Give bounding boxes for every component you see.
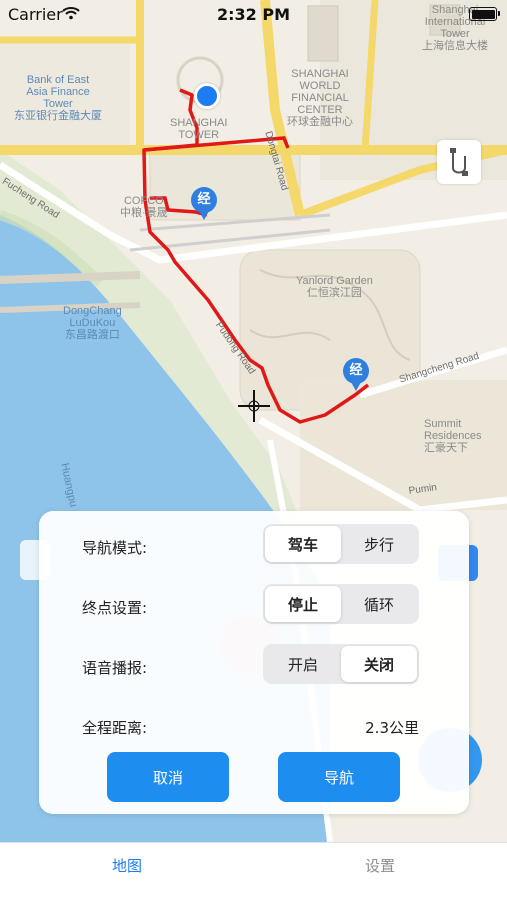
waypoint-pin[interactable]: 经	[343, 358, 369, 391]
distance-value: 2.3公里	[365, 719, 419, 737]
clock: 2:32 PM	[216, 5, 290, 24]
voice-label: 语音播报:	[82, 659, 148, 677]
map-label-cofco: COFCO 中粮·景晟	[120, 195, 168, 219]
nav-mode-label: 导航模式:	[82, 539, 148, 557]
voice-off-option[interactable]: 关闭	[341, 646, 417, 682]
cable-connector-icon	[450, 148, 468, 176]
waypoint-pin[interactable]: 经	[191, 187, 217, 220]
endpoint-stop-option[interactable]: 停止	[265, 586, 341, 622]
nav-mode-segment[interactable]: 驾车 步行	[263, 524, 419, 564]
nav-mode-walking-option[interactable]: 步行	[341, 526, 417, 562]
map-label-dongchang: DongChang LuDuKou 东昌路渡口	[63, 305, 122, 341]
map-label-shanghai-tower: SHANGHAI TOWER	[170, 117, 228, 141]
tab-map[interactable]: 地图	[67, 855, 187, 876]
crosshair-icon	[238, 390, 270, 422]
endpoint-loop-option[interactable]: 循环	[341, 586, 417, 622]
map-label-swfc: SHANGHAI WORLD FINANCIAL CENTER 环球金融中心	[287, 68, 353, 128]
current-location-dot	[194, 83, 220, 109]
map-label-yanlord: Yanlord Garden 仁恒滨江园	[296, 275, 373, 299]
status-bar: Carrier 2:32 PM	[0, 0, 507, 28]
distance-label: 全程距离:	[82, 719, 148, 737]
connector-button[interactable]	[437, 140, 481, 184]
endpoint-segment[interactable]: 停止 循环	[263, 584, 419, 624]
map-label-bank: Bank of East Asia Finance Tower 东亚银行金融大厦	[14, 74, 102, 122]
endpoint-label: 终点设置:	[82, 599, 148, 617]
voice-segment[interactable]: 开启 关闭	[263, 644, 419, 684]
tab-settings[interactable]: 设置	[320, 855, 440, 876]
navigation-settings-panel: 导航模式: 驾车 步行 终点设置: 停止 循环 语音播报: 开启 关闭 全程距离…	[39, 511, 469, 814]
voice-on-option[interactable]: 开启	[265, 646, 341, 682]
map-label-summit: Summit Residences 汇豪天下	[424, 418, 482, 454]
battery-icon	[469, 7, 500, 21]
nav-mode-driving-option[interactable]: 驾车	[265, 526, 341, 562]
tab-bar: 地图 设置	[0, 842, 507, 901]
cancel-button[interactable]: 取消	[107, 752, 229, 802]
navigate-button[interactable]: 导航	[278, 752, 400, 802]
